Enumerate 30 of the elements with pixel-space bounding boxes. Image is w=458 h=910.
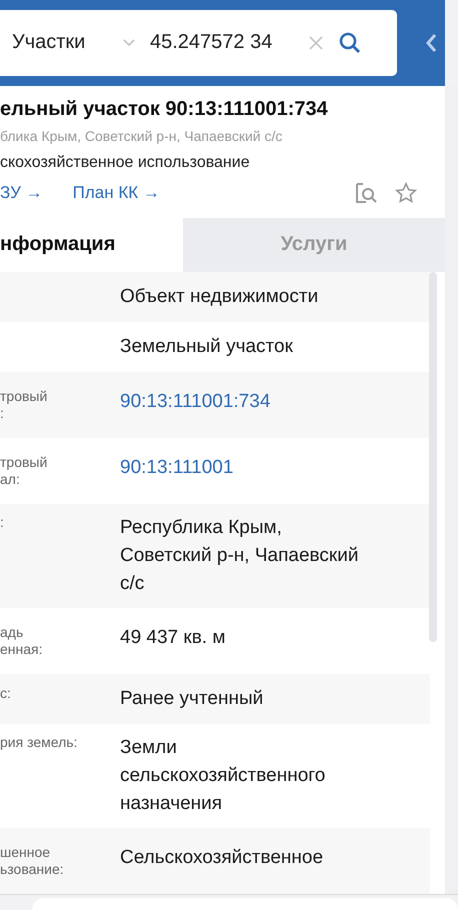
field-label: адь енная:: [0, 624, 44, 658]
field-label: тровый ал:: [0, 454, 48, 488]
scrollbar[interactable]: [429, 272, 437, 642]
star-icon[interactable]: [395, 182, 417, 204]
field-value: 49 437 кв. м: [120, 626, 226, 650]
field-label: шенное ьзование:: [0, 844, 65, 878]
object-usage: скохозяйственное использование: [0, 152, 251, 173]
search-icon[interactable]: [338, 30, 362, 55]
field-label: рия земель:: [0, 734, 78, 752]
close-icon[interactable]: [308, 34, 324, 51]
back-chevron-icon[interactable]: [425, 32, 437, 53]
plan-link[interactable]: ЗУ →: [0, 182, 43, 203]
field-value: Земли сельскохозяйственного назначения: [120, 736, 326, 816]
field-value: Сельскохозяйственное: [120, 846, 324, 870]
object-title: ельный участок 90:13:111001:734: [0, 96, 329, 122]
zoom-to-object-icon[interactable]: [355, 182, 379, 204]
category-select[interactable]: Участки: [12, 31, 122, 54]
field-value: Республика Крым, Советский р-н, Чапаевский с/с: [120, 516, 358, 596]
field-label: с:: [0, 684, 12, 703]
field-label: тровый :: [0, 388, 48, 422]
chevron-down-icon[interactable]: [122, 38, 136, 48]
object-address: блика Крым, Советский р-н, Чапаевский с/с: [0, 126, 284, 146]
field-value: Ранее учтенный: [120, 686, 264, 711]
search-field[interactable]: 45.247572 34: [150, 31, 300, 54]
field-label: :: [0, 514, 5, 532]
value-link[interactable]: 90:13:111001:734: [120, 388, 270, 422]
field-value: Объект недвижимости: [120, 284, 318, 309]
plan-link[interactable]: План КК →: [72, 182, 160, 203]
field-value: Земельный участок: [120, 334, 293, 359]
value-link[interactable]: 90:13:111001: [120, 454, 234, 488]
